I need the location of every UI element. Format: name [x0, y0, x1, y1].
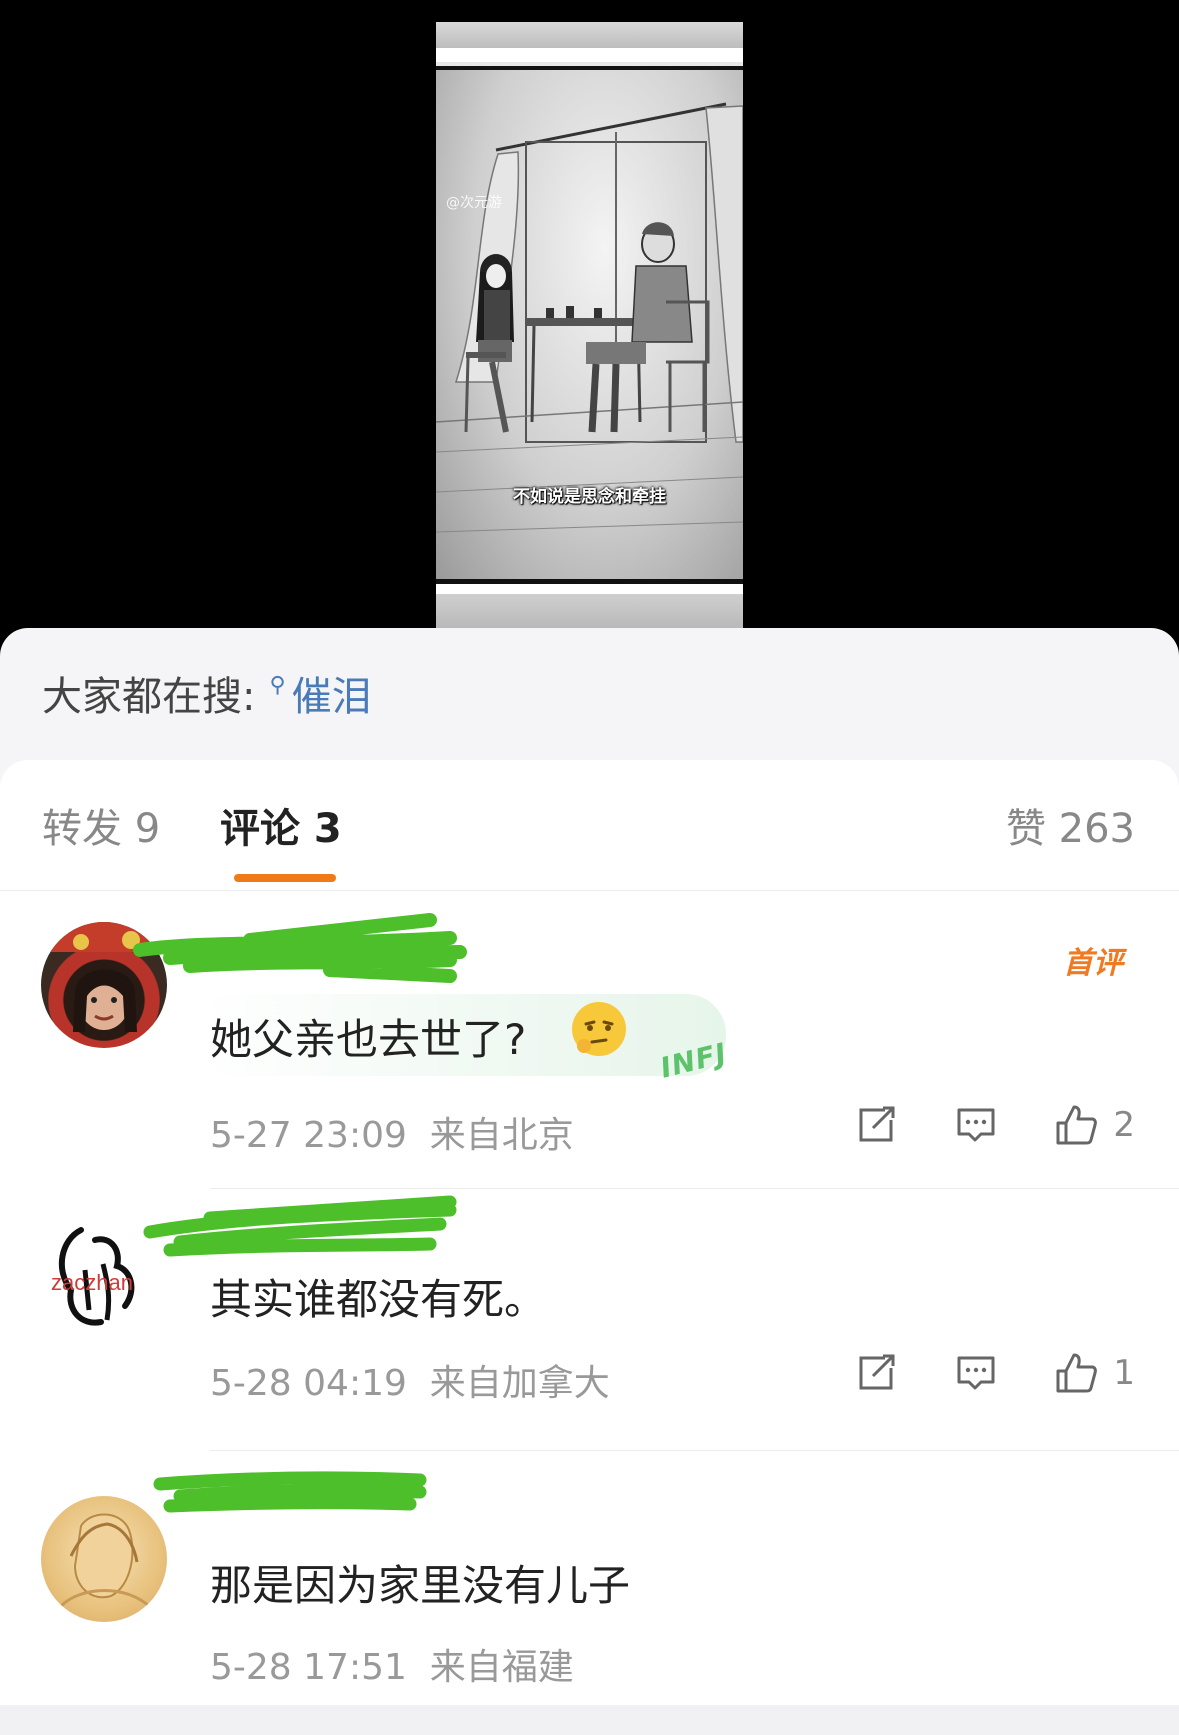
video-player[interactable]: @次元游 不如说是思念和牵挂 [0, 0, 1179, 628]
comment-meta: 5-27 23:09 来自北京 [210, 1106, 574, 1158]
redacted-username [153, 1471, 427, 1513]
repost-icon [859, 1106, 895, 1142]
tab-repost[interactable]: 转发 9 [42, 796, 160, 854]
trending-keyword: 催泪 [291, 674, 372, 720]
comment-text: 那是因为家里没有儿子 [210, 1561, 631, 1610]
repost-button[interactable] [853, 1102, 899, 1148]
bottom-bar [0, 1705, 1179, 1735]
search-icon: ⚲ [269, 672, 286, 698]
thinking-emoji-icon [572, 1002, 626, 1056]
like-button[interactable] [1053, 1350, 1099, 1396]
like-icon [1056, 1105, 1098, 1145]
like-icon [1056, 1353, 1098, 1393]
like-count: 1 [1113, 1353, 1135, 1393]
comment-location: 来自北京 [429, 1115, 574, 1156]
comment-item[interactable]: zaczhan 其实谁都没有死。 5-28 04:19 来自加拿大 1 [0, 1190, 1179, 1452]
video-subtitle: 不如说是思念和牵挂 [513, 487, 666, 507]
active-tab-indicator [234, 874, 336, 882]
like-count: 2 [1113, 1105, 1135, 1145]
like-button[interactable] [1053, 1102, 1099, 1148]
comment-actions: 1 [799, 1350, 1135, 1396]
comment-actions: 2 [799, 1102, 1135, 1148]
tab-like[interactable]: 赞 263 [1006, 796, 1135, 854]
comment-item[interactable]: 那是因为家里没有儿子 5-28 17:51 来自福建 [0, 1452, 1179, 1702]
reply-icon [957, 1108, 995, 1142]
comment-item[interactable]: 首评 她父亲也去世了? INFJ 5-27 23:09 来自北京 2 [0, 910, 1179, 1190]
trending-keyword-link[interactable]: ⚲ 催泪 [269, 664, 371, 722]
comment-meta: 5-28 04:19 来自加拿大 [210, 1354, 610, 1406]
comment-time: 5-28 17:51 [210, 1647, 407, 1688]
video-frame[interactable]: @次元游 不如说是思念和牵挂 [436, 22, 743, 628]
avatar-illustration [59, 1513, 153, 1610]
video-watermark: @次元游 [446, 195, 502, 211]
comment-meta: 5-28 17:51 来自福建 [210, 1638, 574, 1690]
comment-text: 她父亲也去世了? [210, 1015, 527, 1064]
reply-button[interactable] [953, 1102, 999, 1148]
comment-sheet: 大家都在搜: ⚲ 催泪 转发 9 评论 3 赞 263 首评 她父亲也去世了? … [0, 628, 1179, 1735]
comment-text: 其实谁都没有死。 [210, 1275, 547, 1324]
repost-button[interactable] [853, 1350, 899, 1396]
repost-icon [859, 1354, 895, 1390]
manga-illustration [436, 102, 743, 533]
comments-card: 转发 9 评论 3 赞 263 首评 她父亲也去世了? INFJ 5-27 23… [0, 760, 1179, 1735]
tab-comment[interactable]: 评论 3 [220, 796, 342, 854]
comment-time: 5-27 23:09 [210, 1115, 407, 1156]
comment-location: 来自福建 [429, 1647, 574, 1688]
avatar-text: zaczhan [51, 1270, 133, 1295]
frame-bottom-strip [436, 584, 743, 628]
comment-time: 5-28 04:19 [210, 1363, 407, 1404]
first-comment-badge: 首评 [1063, 946, 1123, 981]
redacted-username [133, 913, 467, 983]
reply-button[interactable] [953, 1350, 999, 1396]
avatar[interactable] [41, 1496, 167, 1622]
comment-divider [210, 1450, 1179, 1451]
comment-location: 来自加拿大 [429, 1363, 610, 1404]
trending-search: 大家都在搜: ⚲ 催泪 [42, 668, 372, 721]
reply-icon [957, 1356, 995, 1390]
trending-search-label: 大家都在搜: [42, 674, 256, 720]
redacted-username [143, 1195, 457, 1257]
tab-bar: 转发 9 评论 3 赞 263 [0, 760, 1179, 891]
